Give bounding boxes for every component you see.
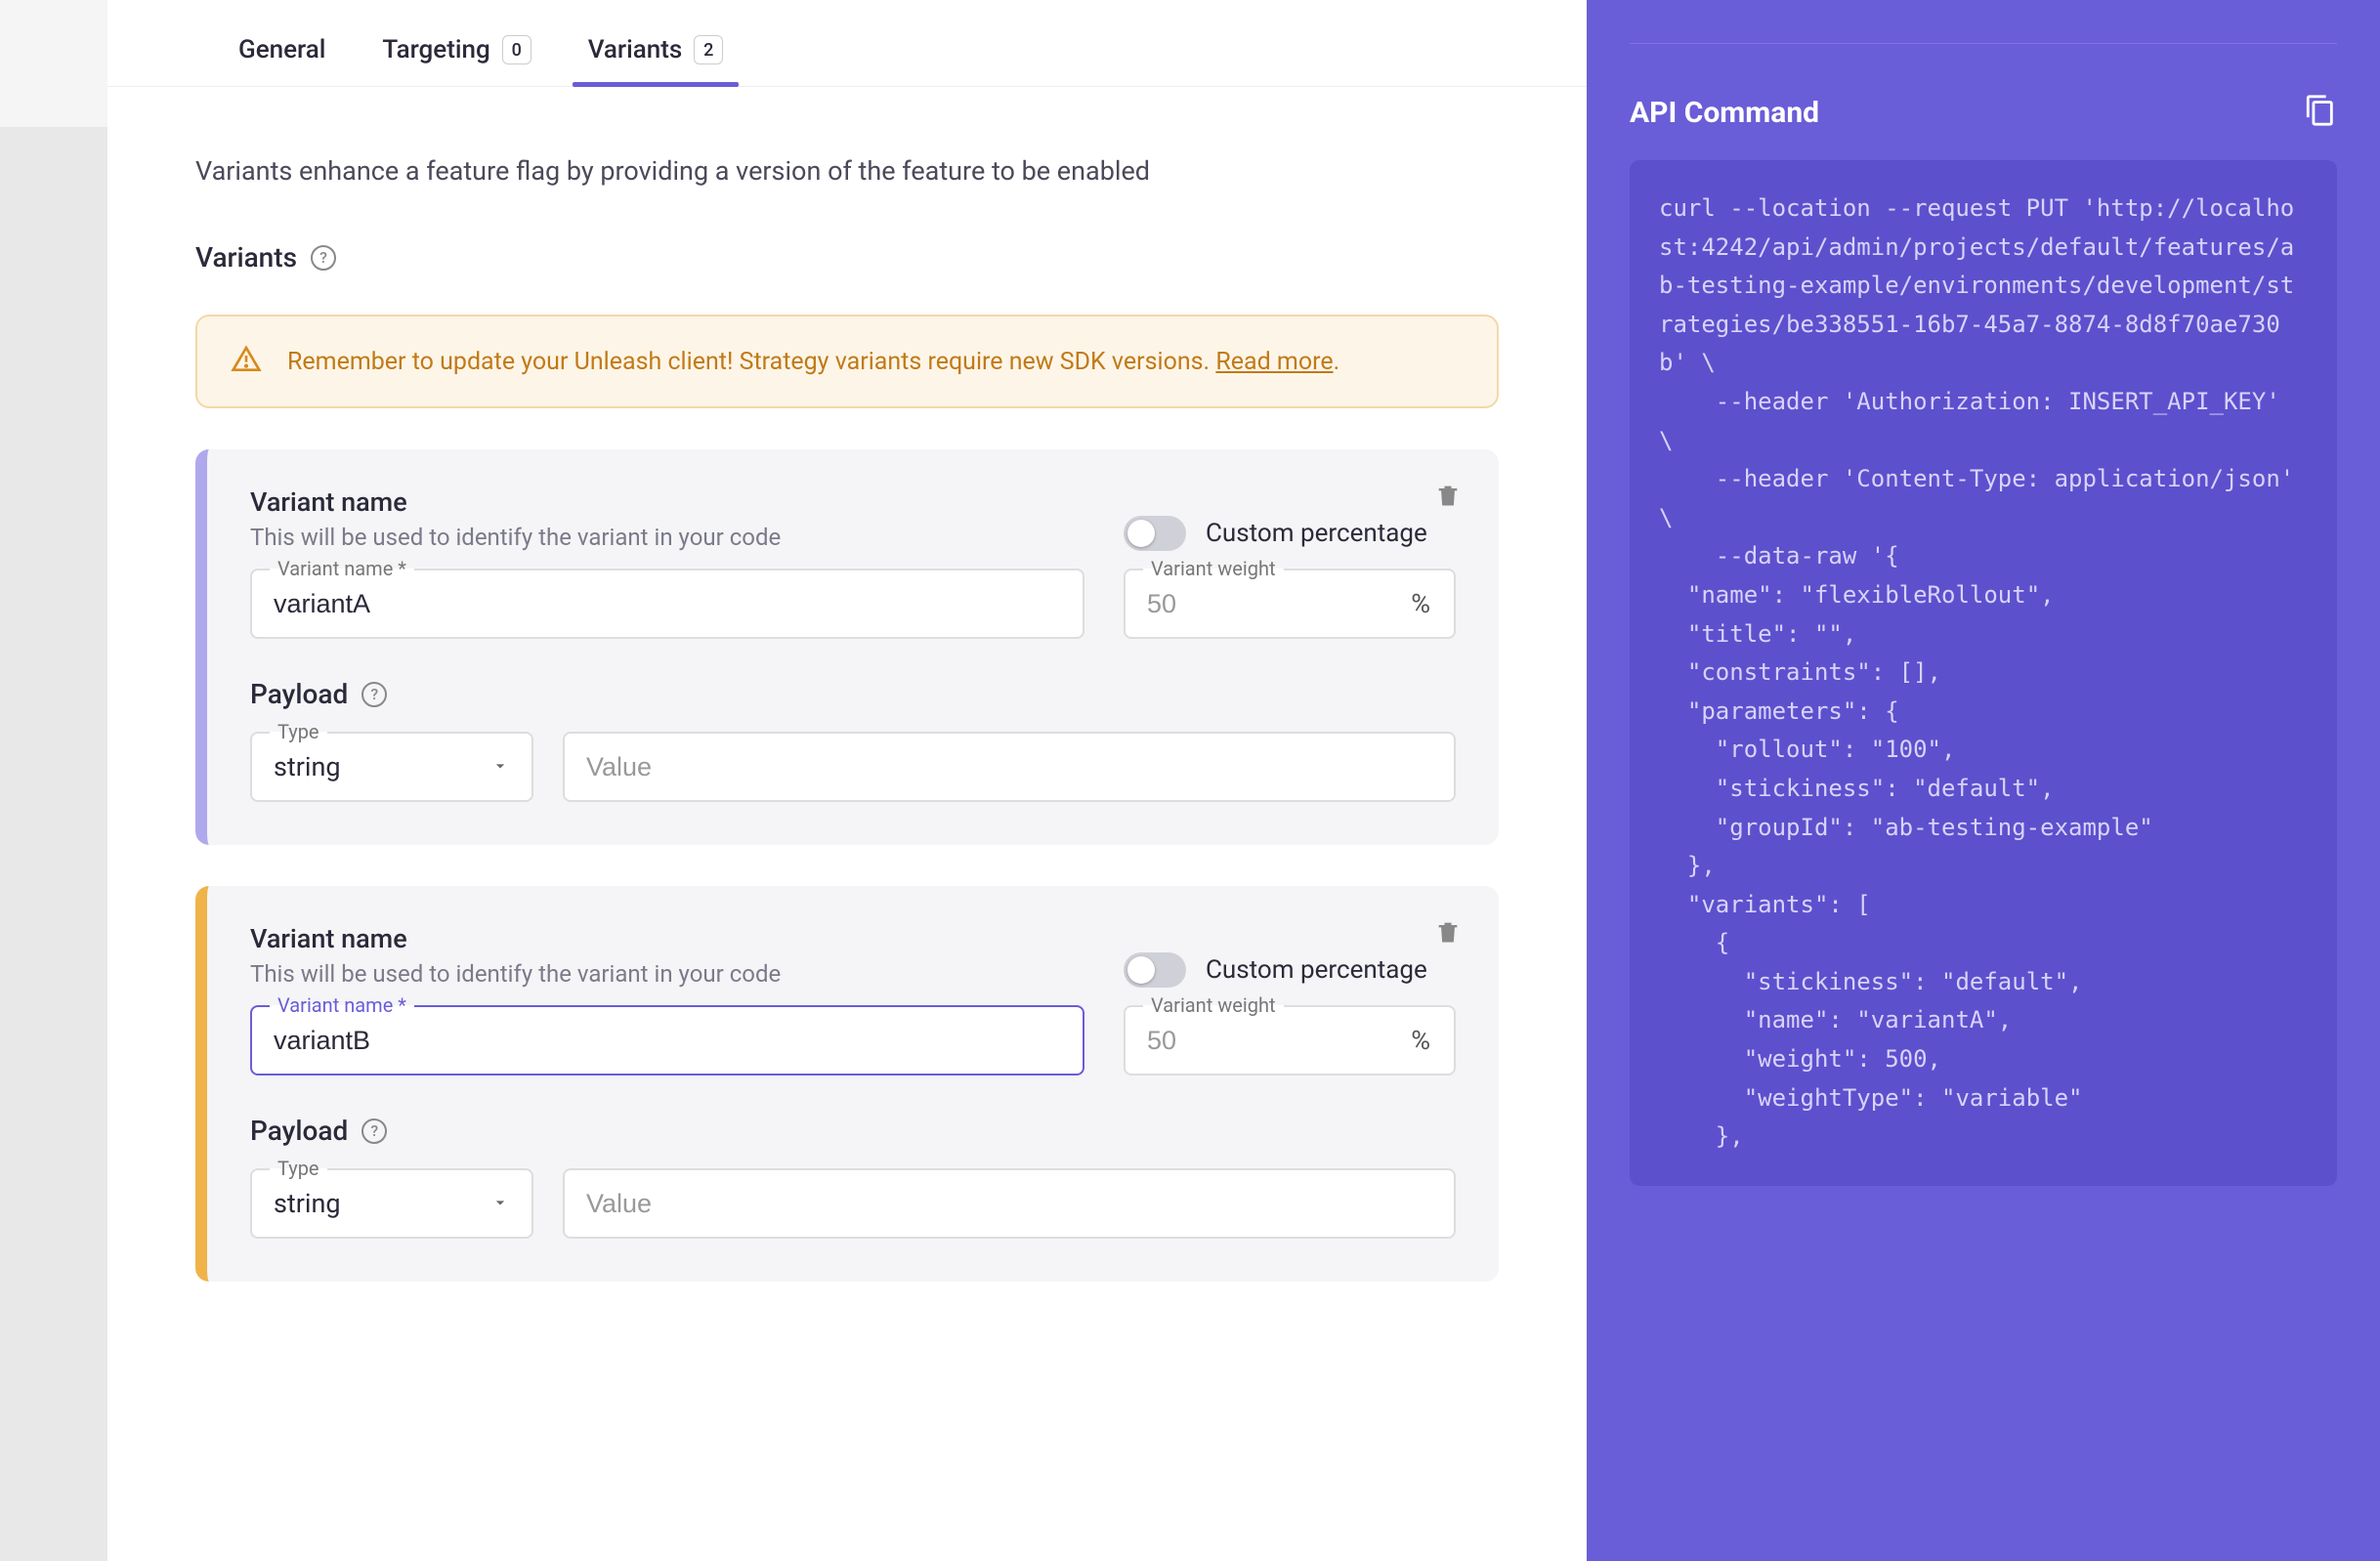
api-panel: API Command curl --location --request PU… — [1587, 0, 2380, 1561]
type-float-label: Type — [270, 1157, 327, 1180]
variant-name-label: Variant name — [250, 486, 1084, 518]
alert-text: Remember to update your Unleash client! … — [287, 348, 1339, 376]
chevron-down-icon — [490, 1188, 510, 1219]
delete-variant-button[interactable] — [1434, 481, 1462, 514]
variant-name-help: This will be used to identify the varian… — [250, 524, 1084, 551]
sdk-alert: Remember to update your Unleash client! … — [195, 315, 1499, 408]
payload-type-value: string — [274, 1188, 341, 1219]
api-command-title: API Command — [1630, 96, 1819, 130]
payload-label: Payload — [250, 1115, 348, 1147]
variant-card: Variant name This will be used to identi… — [195, 449, 1499, 845]
intro-text: Variants enhance a feature flag by provi… — [195, 155, 1499, 187]
payload-value-input[interactable] — [563, 732, 1456, 802]
custom-percentage-toggle[interactable] — [1124, 952, 1186, 988]
help-icon[interactable]: ? — [361, 1118, 387, 1144]
variant-name-label: Variant name — [250, 923, 1084, 954]
payload-label: Payload — [250, 678, 348, 710]
help-icon[interactable]: ? — [361, 682, 387, 707]
delete-variant-button[interactable] — [1434, 917, 1462, 950]
variant-name-help: This will be used to identify the varian… — [250, 960, 1084, 988]
help-icon[interactable]: ? — [311, 245, 336, 271]
tab-variants-label: Variants — [588, 35, 683, 64]
tab-variants-count: 2 — [694, 35, 723, 64]
warning-icon — [231, 344, 262, 379]
section-title: Variants — [195, 241, 297, 274]
tab-general-label: General — [238, 35, 325, 64]
custom-percentage-toggle[interactable] — [1124, 516, 1186, 551]
variant-weight-float-label: Variant weight — [1143, 993, 1284, 1017]
variant-card: Variant name This will be used to identi… — [195, 886, 1499, 1282]
divider — [1630, 43, 2337, 44]
type-float-label: Type — [270, 720, 327, 743]
tab-general[interactable]: General — [234, 23, 329, 86]
copy-icon[interactable] — [2304, 94, 2337, 131]
left-gutter-top — [0, 0, 107, 127]
payload-value-input[interactable] — [563, 1168, 1456, 1239]
custom-percentage-label: Custom percentage — [1206, 955, 1427, 985]
api-code-block[interactable]: curl --location --request PUT 'http://lo… — [1630, 160, 2337, 1186]
percent-suffix: % — [1411, 1025, 1430, 1056]
payload-type-value: string — [274, 751, 341, 782]
variant-weight-float-label: Variant weight — [1143, 557, 1284, 580]
custom-percentage-label: Custom percentage — [1206, 519, 1427, 548]
left-gutter — [0, 0, 107, 1561]
alert-read-more-link[interactable]: Read more — [1215, 348, 1333, 376]
variant-name-float-label: Variant name * — [270, 993, 414, 1017]
alert-message: Remember to update your Unleash client! … — [287, 348, 1215, 376]
tab-targeting-count: 0 — [502, 35, 531, 64]
tab-targeting-label: Targeting — [382, 35, 489, 64]
chevron-down-icon — [490, 751, 510, 782]
percent-suffix: % — [1411, 588, 1430, 619]
tab-variants[interactable]: Variants 2 — [584, 23, 728, 86]
tab-targeting[interactable]: Targeting 0 — [378, 23, 534, 86]
tabs-bar: General Targeting 0 Variants 2 — [107, 0, 1587, 87]
variant-name-float-label: Variant name * — [270, 557, 414, 580]
